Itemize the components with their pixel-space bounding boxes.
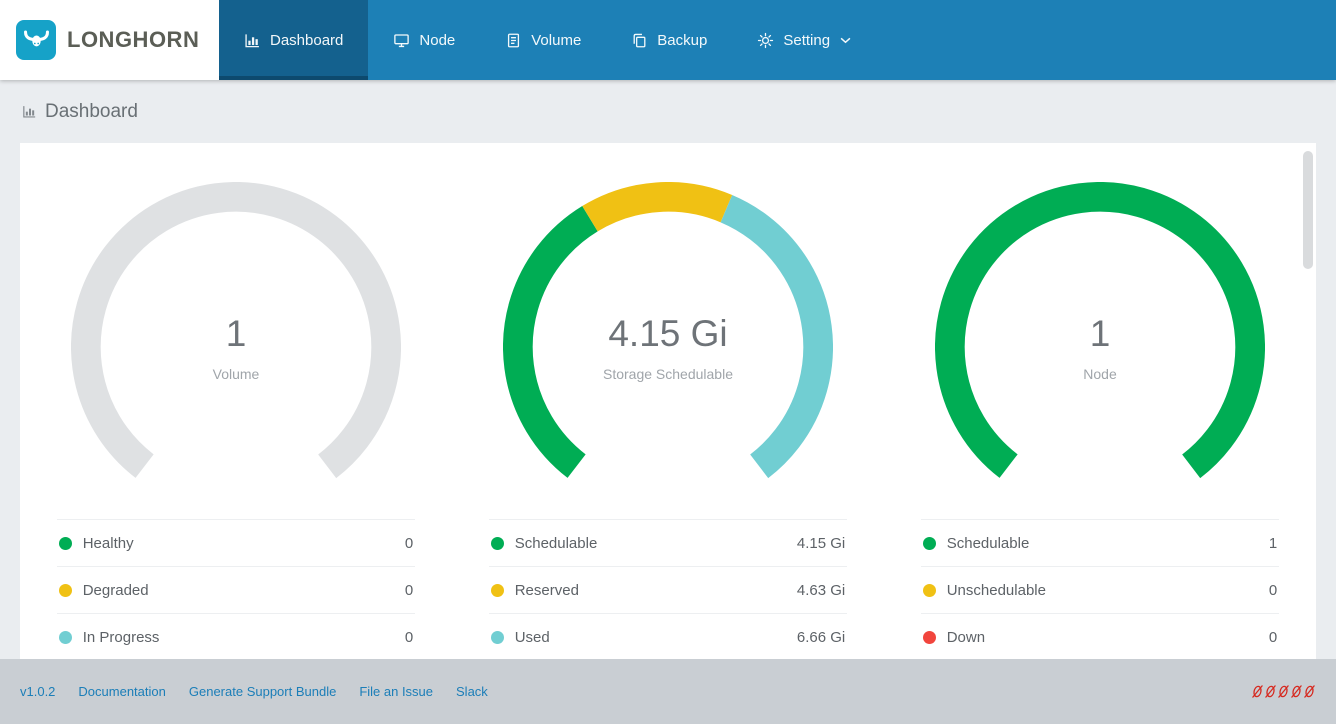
legend-value: 0 xyxy=(1269,582,1277,599)
legend-label: Degraded xyxy=(83,582,149,599)
legend-label: In Progress xyxy=(83,629,160,646)
legend-value: 0 xyxy=(1269,629,1277,646)
slashed-circle-icon xyxy=(1304,684,1316,699)
footer-link-file-an-issue[interactable]: File an Issue xyxy=(359,684,433,699)
document-icon xyxy=(505,32,522,49)
donut-gauge: 1Volume xyxy=(71,182,401,512)
legend-value: 4.63 Gi xyxy=(797,582,845,599)
dashboard-card: 1VolumeHealthy0Degraded0In Progress04.15… xyxy=(20,143,1316,659)
brand[interactable]: LONGHORN xyxy=(0,0,219,80)
gauge-section-node: 1Node Schedulable 1 Unschedulable 0 Down 0 xyxy=(884,182,1316,659)
gauge-section-storage-schedulable: 4.15 GiStorage Schedulable Schedulable 4.1… xyxy=(452,182,884,659)
gear-icon xyxy=(757,32,774,49)
legend-value: 0 xyxy=(405,582,413,599)
gauge-legend: Schedulable 1 Unschedulable 0 Down 0 xyxy=(921,519,1280,659)
slashed-circle-icon xyxy=(1265,684,1277,699)
donut-gauge: 4.15 GiStorage Schedulable xyxy=(503,182,833,512)
slashed-circle-icon xyxy=(1291,684,1303,699)
nav-item-backup[interactable]: Backup xyxy=(606,0,732,80)
nav-label: Dashboard xyxy=(270,32,343,49)
footer-broken-icons xyxy=(1252,684,1316,699)
top-nav: Dashboard Node Volume Backup Setting xyxy=(219,0,876,80)
nav-item-volume[interactable]: Volume xyxy=(480,0,606,80)
bar-chart-icon xyxy=(244,32,261,49)
legend-row-in-progress: In Progress 0 xyxy=(57,614,416,659)
footer-link-documentation[interactable]: Documentation xyxy=(78,684,165,699)
footer: v1.0.2 Documentation Generate Support Bun… xyxy=(0,659,1336,724)
brand-name: LONGHORN xyxy=(67,27,199,53)
legend-row-down: Down 0 xyxy=(921,614,1280,659)
legend-label: Down xyxy=(947,629,985,646)
footer-links: Documentation Generate Support Bundle File… xyxy=(78,684,510,699)
footer-link-generate-support-bundle[interactable]: Generate Support Bundle xyxy=(189,684,336,699)
legend-row-degraded: Degraded 0 xyxy=(57,567,416,614)
chevron-down-icon xyxy=(840,37,851,44)
legend-dot-icon xyxy=(923,537,936,550)
slashed-circle-icon xyxy=(1252,684,1264,699)
legend-label: Schedulable xyxy=(515,535,598,552)
app-header: LONGHORN Dashboard Node Volume Backup Settin… xyxy=(0,0,1336,80)
legend-row-schedulable: Schedulable 4.15 Gi xyxy=(489,520,848,567)
legend-label: Reserved xyxy=(515,582,579,599)
monitor-icon xyxy=(393,32,410,49)
legend-row-used: Used 6.66 Gi xyxy=(489,614,848,659)
legend-dot-icon xyxy=(59,584,72,597)
nav-label: Backup xyxy=(657,32,707,49)
legend-value: 0 xyxy=(405,629,413,646)
nav-item-node[interactable]: Node xyxy=(368,0,480,80)
page-title: Dashboard xyxy=(45,101,138,123)
legend-label: Healthy xyxy=(83,535,134,552)
gauge-legend: Schedulable 4.15 Gi Reserved 4.63 Gi Used 6.6… xyxy=(489,519,848,659)
legend-label: Unschedulable xyxy=(947,582,1046,599)
bar-chart-icon xyxy=(22,104,37,119)
legend-dot-icon xyxy=(491,537,504,550)
gauge-section-volume: 1Volume Healthy 0 Degraded 0 In Progress 0 xyxy=(20,182,452,659)
legend-dot-icon xyxy=(491,631,504,644)
legend-dot-icon xyxy=(923,584,936,597)
legend-value: 1 xyxy=(1269,535,1277,552)
bull-icon xyxy=(23,27,50,54)
legend-dot-icon xyxy=(491,584,504,597)
footer-link-slack[interactable]: Slack xyxy=(456,684,488,699)
nav-label: Node xyxy=(419,32,455,49)
page-head: Dashboard xyxy=(0,80,1336,143)
version-label: v1.0.2 xyxy=(20,684,55,699)
scrollbar-thumb[interactable] xyxy=(1303,151,1313,269)
legend-label: Used xyxy=(515,629,550,646)
legend-value: 6.66 Gi xyxy=(797,629,845,646)
longhorn-logo xyxy=(16,20,56,60)
legend-dot-icon xyxy=(59,537,72,550)
nav-item-setting[interactable]: Setting xyxy=(732,0,876,80)
legend-row-unschedulable: Unschedulable 0 xyxy=(921,567,1280,614)
legend-dot-icon xyxy=(923,631,936,644)
legend-row-reserved: Reserved 4.63 Gi xyxy=(489,567,848,614)
legend-value: 0 xyxy=(405,535,413,552)
legend-row-schedulable: Schedulable 1 xyxy=(921,520,1280,567)
nav-label: Volume xyxy=(531,32,581,49)
legend-label: Schedulable xyxy=(947,535,1030,552)
legend-row-healthy: Healthy 0 xyxy=(57,520,416,567)
legend-value: 4.15 Gi xyxy=(797,535,845,552)
nav-label: Setting xyxy=(783,32,830,49)
gauge-legend: Healthy 0 Degraded 0 In Progress 0 xyxy=(57,519,416,659)
slashed-circle-icon xyxy=(1278,684,1290,699)
nav-item-dashboard[interactable]: Dashboard xyxy=(219,0,368,80)
legend-dot-icon xyxy=(59,631,72,644)
donut-gauge: 1Node xyxy=(935,182,1265,512)
copy-icon xyxy=(631,32,648,49)
gauges-row: 1VolumeHealthy0Degraded0In Progress04.15… xyxy=(20,143,1316,659)
